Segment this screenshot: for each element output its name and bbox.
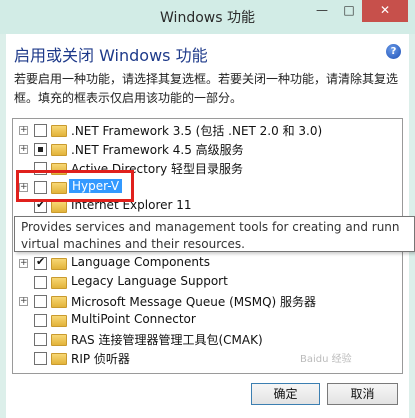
expand-icon[interactable]: + — [19, 259, 28, 268]
minimize-button[interactable]: — — [308, 0, 336, 22]
feature-checkbox[interactable] — [34, 124, 47, 137]
cancel-button[interactable]: 取消 — [327, 383, 398, 405]
feature-row[interactable]: RAS 连接管理器管理工具包(CMAK) — [13, 330, 402, 349]
ok-button[interactable]: 确定 — [251, 383, 320, 405]
feature-checkbox[interactable] — [34, 314, 47, 327]
feature-row[interactable]: + Microsoft Message Queue (MSMQ) 服务器 — [13, 292, 402, 311]
feature-label: .NET Framework 3.5 (包括 .NET 2.0 和 3.0) — [71, 124, 323, 138]
watermark-logo: Baidu 经验 — [300, 354, 352, 365]
feature-row[interactable]: MultiPoint Connector — [13, 311, 402, 330]
feature-row[interactable]: Legacy Language Support — [13, 273, 402, 292]
title-bar[interactable]: Windows 功能 — □ ✕ — [0, 0, 415, 34]
tooltip-line: virtual machines and their resources. — [21, 237, 245, 251]
folder-icon — [51, 258, 67, 270]
annotation-highlight-box — [16, 170, 134, 202]
feature-label: Legacy Language Support — [71, 274, 228, 288]
instructions-text: 若要启用一种功能，请选择其复选框。若要关闭一种功能，请清除其复选框。填充的框表示… — [14, 72, 399, 105]
feature-tooltip: Provides services and management tools f… — [14, 216, 415, 252]
feature-checkbox[interactable] — [34, 352, 47, 365]
folder-icon — [51, 125, 67, 137]
close-button[interactable]: ✕ — [362, 0, 408, 22]
feature-checkbox[interactable] — [34, 295, 47, 308]
folder-icon — [51, 334, 67, 346]
feature-checkbox[interactable] — [34, 143, 47, 156]
help-icon[interactable]: ? — [386, 44, 401, 59]
tooltip-line: Provides services and management tools f… — [21, 220, 400, 234]
page-title: 启用或关闭 Windows 功能 — [14, 46, 208, 65]
feature-checkbox[interactable] — [34, 276, 47, 289]
feature-row[interactable]: + .NET Framework 3.5 (包括 .NET 2.0 和 3.0) — [13, 121, 402, 140]
feature-row[interactable]: + Language Components — [13, 254, 402, 273]
maximize-button[interactable]: □ — [336, 0, 362, 22]
feature-checkbox[interactable] — [34, 333, 47, 346]
folder-icon — [51, 277, 67, 289]
folder-icon — [51, 296, 67, 308]
feature-checkbox[interactable] — [34, 255, 47, 270]
folder-icon — [51, 144, 67, 156]
folder-icon — [51, 353, 67, 365]
feature-label: RIP 侦听器 — [71, 352, 130, 366]
feature-label: Language Components — [71, 255, 210, 269]
folder-icon — [51, 315, 67, 327]
feature-label: Microsoft Message Queue (MSMQ) 服务器 — [71, 295, 317, 309]
feature-row[interactable]: + .NET Framework 4.5 高级服务 — [13, 140, 402, 159]
folder-icon — [51, 201, 67, 213]
feature-label: .NET Framework 4.5 高级服务 — [71, 143, 244, 157]
expand-icon[interactable]: + — [19, 126, 28, 135]
expand-icon[interactable]: + — [19, 297, 28, 306]
feature-label: MultiPoint Connector — [71, 312, 196, 326]
expand-icon[interactable]: + — [19, 145, 28, 154]
feature-label: RAS 连接管理器管理工具包(CMAK) — [71, 333, 263, 347]
